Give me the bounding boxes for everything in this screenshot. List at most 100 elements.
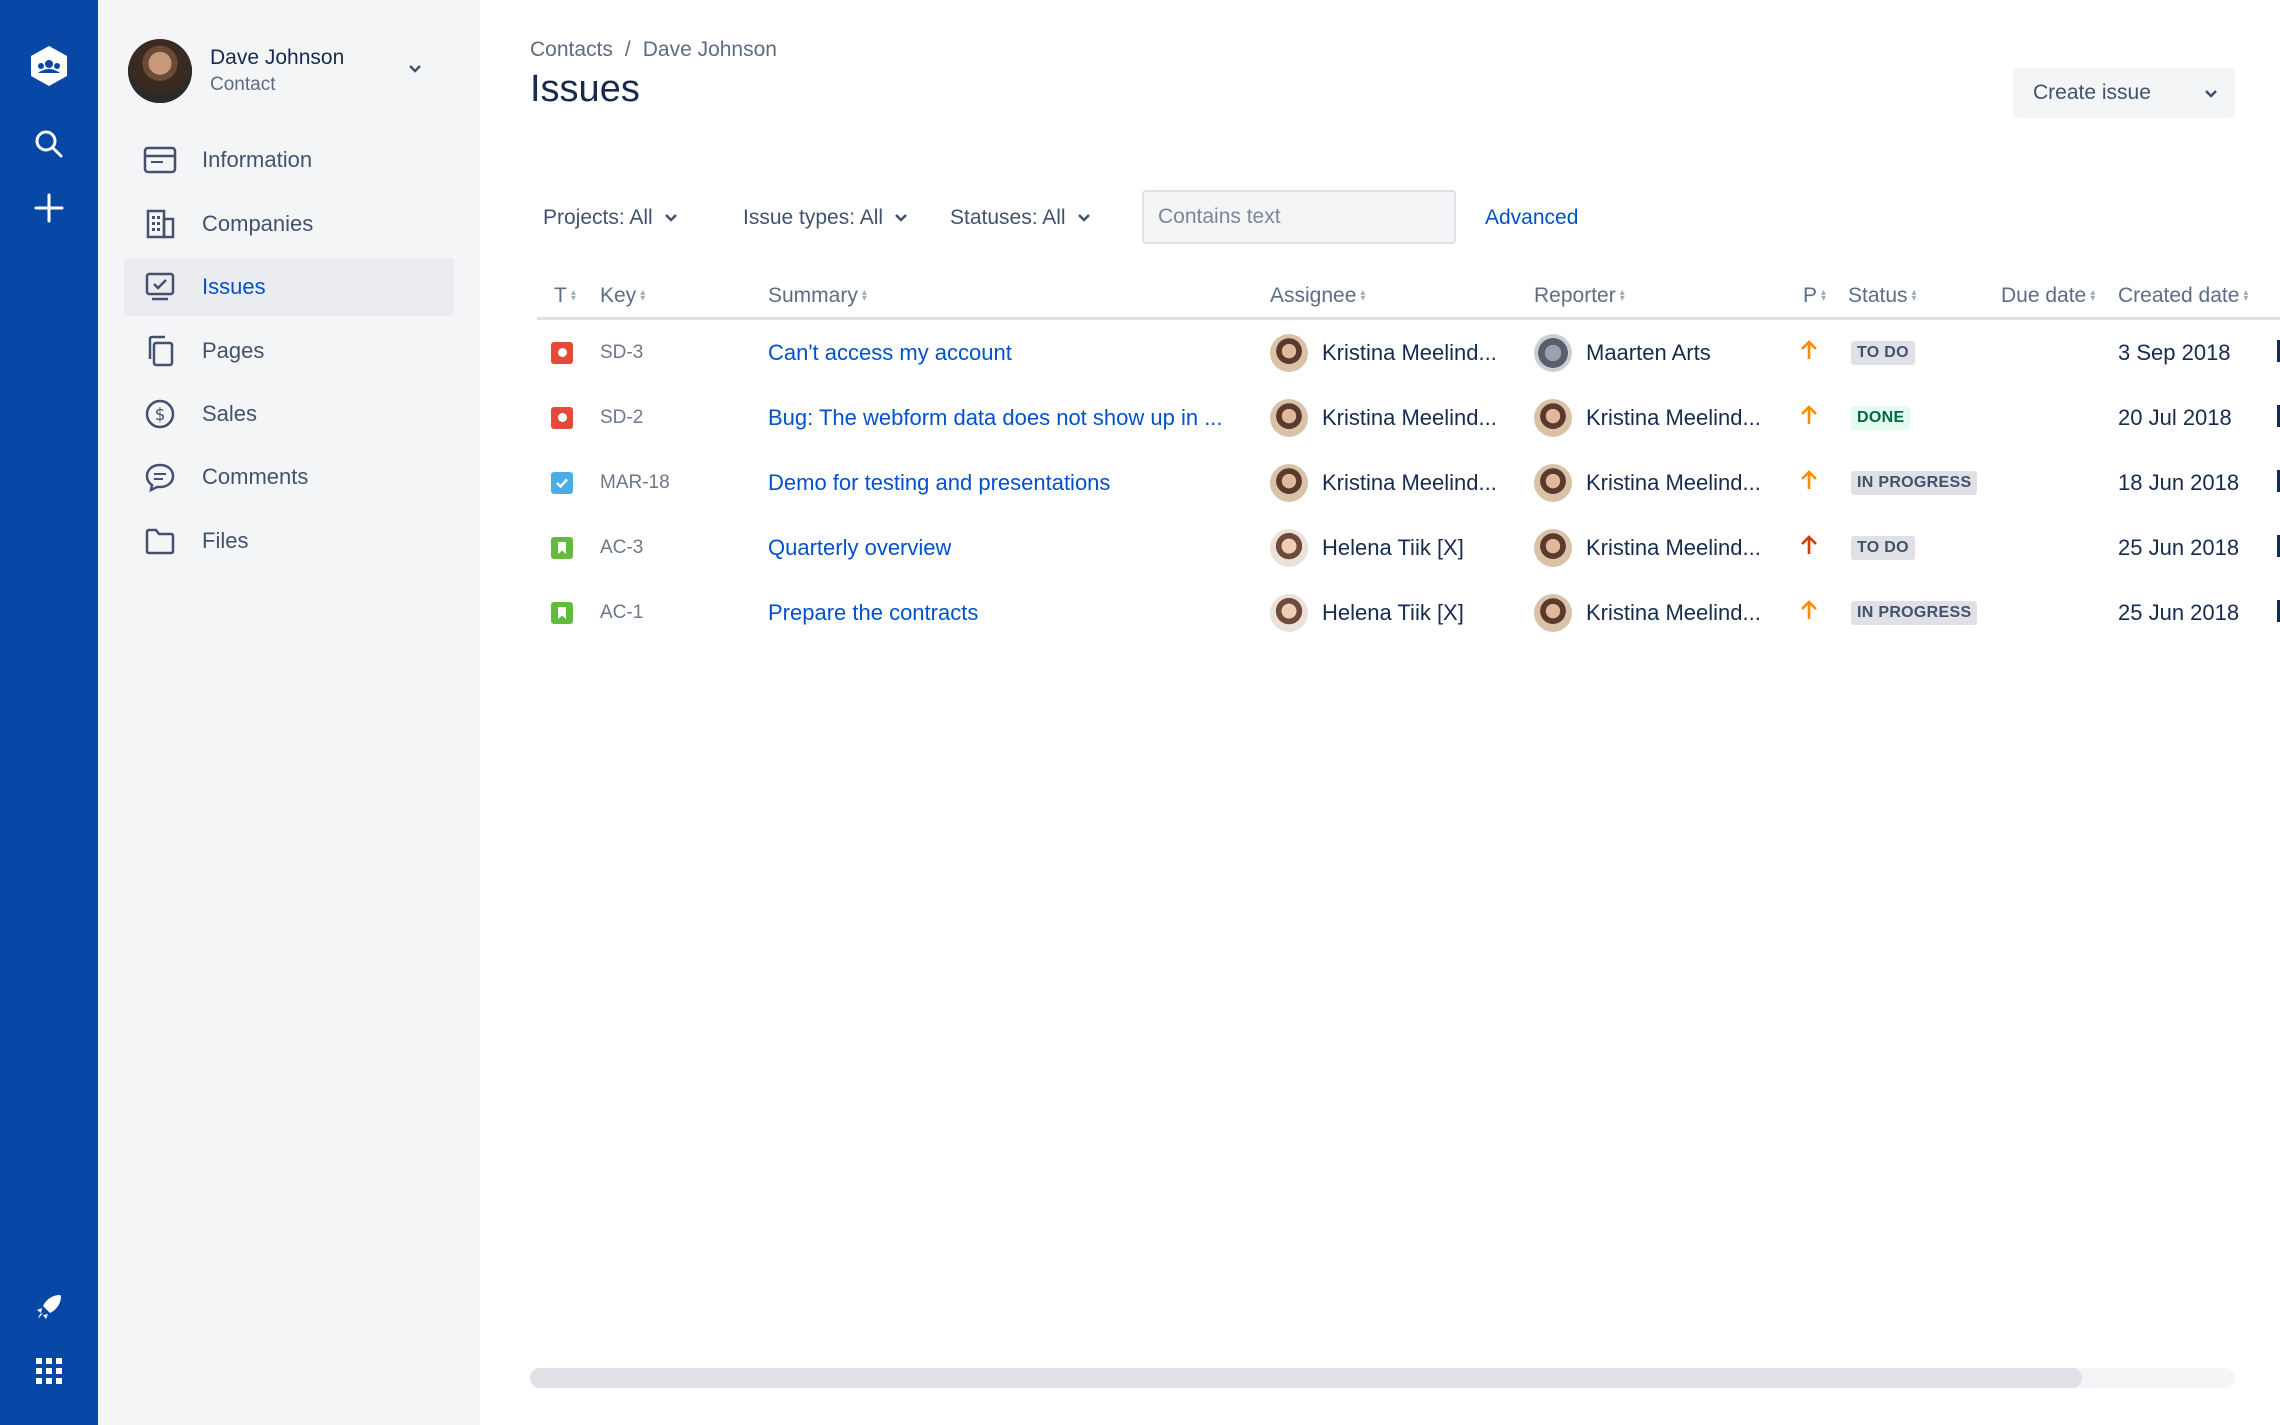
issue-summary-link[interactable]: Demo for testing and presentations	[768, 470, 1110, 496]
create-issue-label: Create issue	[2033, 81, 2151, 104]
column-label: Assignee	[1270, 284, 1357, 307]
assignee-name: Helena Tiik [X]	[1322, 599, 1464, 625]
sidebar-item-comments[interactable]: Comments	[124, 448, 454, 506]
issue-key[interactable]: SD-2	[600, 407, 643, 429]
avatar	[1534, 463, 1572, 502]
browser-icon	[140, 146, 180, 174]
issue-summary-link[interactable]: Quarterly overview	[768, 535, 951, 561]
column-header-priority[interactable]: P ▴ ▾	[1803, 284, 1826, 308]
column-header-due-date[interactable]: Due date ▴ ▾	[2001, 284, 2095, 308]
bug-icon	[551, 341, 573, 364]
sort-icon: ▴ ▾	[1360, 287, 1366, 304]
table-row[interactable]: AC-3 Quarterly overview Helena Tiik [X] Kri…	[537, 515, 2280, 580]
plus-icon[interactable]	[25, 184, 73, 232]
avatar	[1270, 398, 1308, 437]
table-row[interactable]: AC-1 Prepare the contracts Helena Tiik [X]…	[537, 580, 2280, 645]
sidebar-item-issues[interactable]: Issues	[124, 258, 454, 316]
column-label: Status	[1848, 284, 1908, 307]
issue-key[interactable]: MAR-18	[600, 472, 670, 494]
issue-key[interactable]: AC-3	[600, 537, 643, 559]
breadcrumb-contacts-link[interactable]: Contacts	[530, 38, 613, 62]
projects-filter-label: Projects: All	[543, 206, 653, 229]
reporter-name: Kristina Meelind...	[1586, 404, 1761, 430]
issue-summary-link[interactable]: Bug: The webform data does not show up i…	[768, 405, 1223, 431]
column-label: Due date	[2001, 284, 2087, 307]
created-date: 18 Jun 2018	[2118, 469, 2240, 495]
issue-types-filter-dropdown[interactable]: Issue types: All	[743, 198, 909, 238]
app-switcher-icon[interactable]	[25, 1347, 73, 1395]
table-row[interactable]: SD-2 Bug: The webform data does not show …	[537, 385, 2280, 450]
assignee-name: Helena Tiik [X]	[1322, 534, 1464, 560]
issue-summary-link[interactable]: Prepare the contracts	[768, 600, 978, 626]
app-root: Dave Johnson Contact Information Compani…	[0, 0, 2280, 1425]
sidebar-item-sales[interactable]: $ Sales	[124, 385, 454, 443]
story-icon	[551, 601, 573, 624]
advanced-search-link[interactable]: Advanced	[1485, 206, 1578, 230]
column-header-summary[interactable]: Summary ▴ ▾	[768, 284, 867, 308]
status-badge: DONE	[1851, 405, 1911, 430]
status-badge: IN PROGRESS	[1851, 470, 1978, 495]
column-header-reporter[interactable]: Reporter ▴ ▾	[1534, 284, 1625, 308]
horizontal-scrollbar[interactable]	[530, 1368, 2235, 1388]
column-header-type[interactable]: T ▴ ▾	[554, 284, 576, 308]
chevron-down-icon	[1077, 214, 1090, 222]
team-logo-icon[interactable]	[25, 42, 73, 90]
chevron-down-icon	[664, 214, 677, 222]
reporter-name: Kristina Meelind...	[1586, 599, 1761, 625]
column-label: Summary	[768, 284, 858, 307]
comment-icon	[140, 461, 180, 493]
search-input[interactable]	[1142, 190, 1456, 244]
folder-icon	[140, 527, 180, 555]
issue-summary-link[interactable]: Can't access my account	[768, 340, 1012, 366]
breadcrumb-contact-link[interactable]: Dave Johnson	[643, 38, 777, 62]
issue-key[interactable]: AC-1	[600, 602, 643, 624]
column-header-status[interactable]: Status ▴ ▾	[1848, 284, 1917, 308]
column-header-key[interactable]: Key ▴ ▾	[600, 284, 645, 308]
column-header-assignee[interactable]: Assignee ▴ ▾	[1270, 284, 1365, 308]
sidebar-item-pages[interactable]: Pages	[124, 322, 454, 380]
status-badge: TO DO	[1851, 340, 1915, 365]
table-header: T ▴ ▾ Key ▴ ▾ Summary ▴ ▾ Assignee ▴ ▾ Reporter ▴…	[537, 276, 2280, 320]
contact-switcher[interactable]: Dave Johnson Contact	[128, 38, 448, 104]
sidebar-item-label: Files	[202, 528, 249, 553]
created-date: 25 Jun 2018	[2118, 534, 2240, 560]
scrollbar-thumb[interactable]	[530, 1368, 2082, 1388]
statuses-filter-label: Statuses: All	[950, 206, 1066, 229]
statuses-filter-dropdown[interactable]: Statuses: All	[950, 198, 1092, 238]
sort-icon: ▴ ▾	[2090, 287, 2096, 304]
issues-screen-icon	[140, 272, 180, 302]
rocket-icon[interactable]	[25, 1283, 73, 1331]
sidebar-item-companies[interactable]: Companies	[124, 195, 454, 253]
sidebar-item-label: Information	[202, 147, 313, 172]
svg-text:$: $	[155, 405, 166, 425]
sidebar-item-label: Companies	[202, 211, 314, 236]
avatar	[1534, 398, 1572, 437]
column-label: Reporter	[1534, 284, 1616, 307]
sidebar-item-files[interactable]: Files	[124, 512, 454, 570]
search-icon[interactable]	[25, 120, 73, 168]
sort-icon: ▴ ▾	[1619, 287, 1625, 304]
chevron-down-icon[interactable]	[2203, 86, 2219, 107]
priority-arrow-up-icon	[1799, 339, 1819, 366]
sort-icon: ▴ ▾	[1821, 287, 1827, 304]
global-nav	[0, 0, 98, 1425]
task-icon	[551, 471, 573, 494]
avatar	[1270, 528, 1308, 567]
sidebar-item-label: Pages	[202, 338, 265, 363]
created-date: 20 Jul 2018	[2118, 404, 2232, 430]
status-badge: IN PROGRESS	[1851, 600, 1978, 625]
table-row[interactable]: MAR-18 Demo for testing and presentations…	[537, 450, 2280, 515]
issue-key[interactable]: SD-3	[600, 342, 643, 364]
table-row[interactable]: SD-3 Can't access my account Kristina Meel…	[537, 320, 2280, 385]
column-header-created-date[interactable]: Created date ▴ ▾	[2118, 284, 2248, 308]
contact-sidebar: Dave Johnson Contact Information Compani…	[98, 0, 480, 1425]
created-date: 3 Sep 2018	[2118, 339, 2231, 365]
breadcrumb-separator: /	[624, 38, 631, 61]
avatar	[1534, 333, 1572, 372]
avatar	[1534, 528, 1572, 567]
sidebar-item-information[interactable]: Information	[124, 131, 454, 189]
avatar	[128, 39, 192, 103]
filter-bar: Projects: All Issue types: All Statuses:…	[530, 190, 1690, 246]
projects-filter-dropdown[interactable]: Projects: All	[543, 198, 679, 238]
create-issue-button[interactable]: Create issue	[2013, 68, 2235, 118]
